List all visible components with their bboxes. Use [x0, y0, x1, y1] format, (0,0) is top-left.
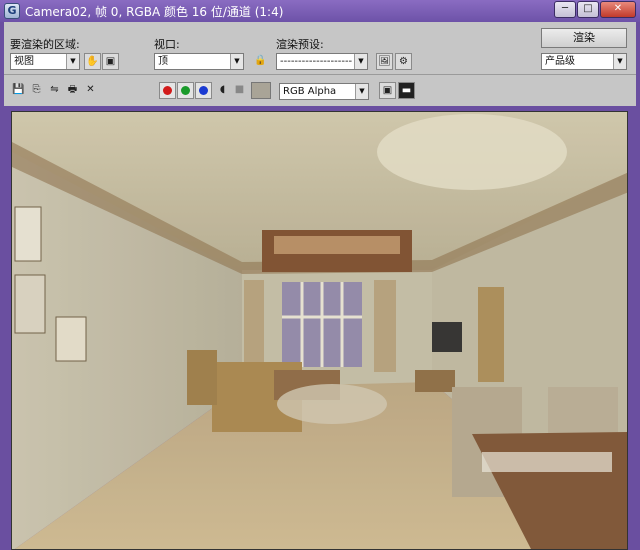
lock-icon[interactable]: 🔒: [252, 53, 269, 70]
render-setup-icon[interactable]: ⚙: [395, 53, 412, 70]
window-title: Camera02, 帧 0, RGBA 颜色 16 位/通道 (1:4): [25, 5, 284, 19]
rendered-room-image: [12, 112, 627, 549]
render-frame: [0, 106, 640, 550]
print-icon[interactable]: 🖶: [64, 82, 81, 99]
viewport-dropdown-value: 顶: [158, 56, 168, 67]
area-dropdown-value: 视图: [14, 56, 34, 67]
save-icon[interactable]: 💾: [10, 82, 27, 99]
chevron-down-icon: ▼: [354, 54, 367, 69]
monochrome-icon[interactable]: ◖: [214, 82, 231, 99]
preset-dropdown-value: --------------------: [280, 56, 353, 67]
render-viewport[interactable]: [11, 111, 628, 550]
chevron-down-icon: ▼: [613, 54, 626, 69]
area-dropdown[interactable]: 视图 ▼: [10, 53, 80, 70]
channel-dropdown-value: RGB Alpha: [283, 86, 337, 97]
display-mode-icon[interactable]: ▣: [379, 82, 396, 99]
minimize-button[interactable]: ─: [554, 1, 576, 18]
red-channel-button[interactable]: [159, 82, 176, 99]
viewport-label: 视口:: [154, 38, 180, 51]
title-bar: G Camera02, 帧 0, RGBA 颜色 16 位/通道 (1:4) ─…: [0, 0, 640, 22]
close-button[interactable]: ✕: [600, 1, 636, 18]
clear-icon[interactable]: ✕: [82, 82, 99, 99]
channel-dropdown[interactable]: RGB Alpha ▼: [279, 83, 369, 100]
environment-icon[interactable]: 🖼: [376, 53, 393, 70]
region-icon[interactable]: ▣: [102, 53, 119, 70]
display-window-icon[interactable]: ▬: [398, 82, 415, 99]
clone-icon[interactable]: ⇋: [46, 82, 63, 99]
area-label: 要渲染的区域:: [10, 38, 80, 51]
red-dot-icon: [163, 86, 172, 95]
green-dot-icon: [181, 86, 190, 95]
toolbar-divider: [4, 74, 636, 75]
preset-label: 渲染预设:: [276, 38, 324, 51]
copy-icon[interactable]: ⎘: [28, 82, 45, 99]
chevron-down-icon: ▼: [230, 54, 243, 69]
pan-icon[interactable]: ✋: [84, 53, 101, 70]
alpha-icon[interactable]: ■: [231, 82, 248, 99]
chevron-down-icon: ▼: [66, 54, 79, 69]
render-button[interactable]: 渲染: [541, 28, 627, 48]
maximize-button[interactable]: □: [577, 1, 599, 18]
viewport-dropdown[interactable]: 顶 ▼: [154, 53, 244, 70]
blue-dot-icon: [199, 86, 208, 95]
render-toolbar: 要渲染的区域: 视图 ▼ ✋ ▣ 视口: 顶 ▼ 🔒 渲染预设: -------…: [0, 22, 640, 106]
color-swatch[interactable]: [251, 82, 271, 99]
chevron-down-icon: ▼: [355, 84, 368, 99]
blue-channel-button[interactable]: [195, 82, 212, 99]
app-icon[interactable]: G: [4, 3, 20, 19]
quality-dropdown[interactable]: 产品级 ▼: [541, 53, 627, 70]
preset-dropdown[interactable]: -------------------- ▼: [276, 53, 368, 70]
green-channel-button[interactable]: [177, 82, 194, 99]
quality-dropdown-value: 产品级: [545, 56, 575, 67]
